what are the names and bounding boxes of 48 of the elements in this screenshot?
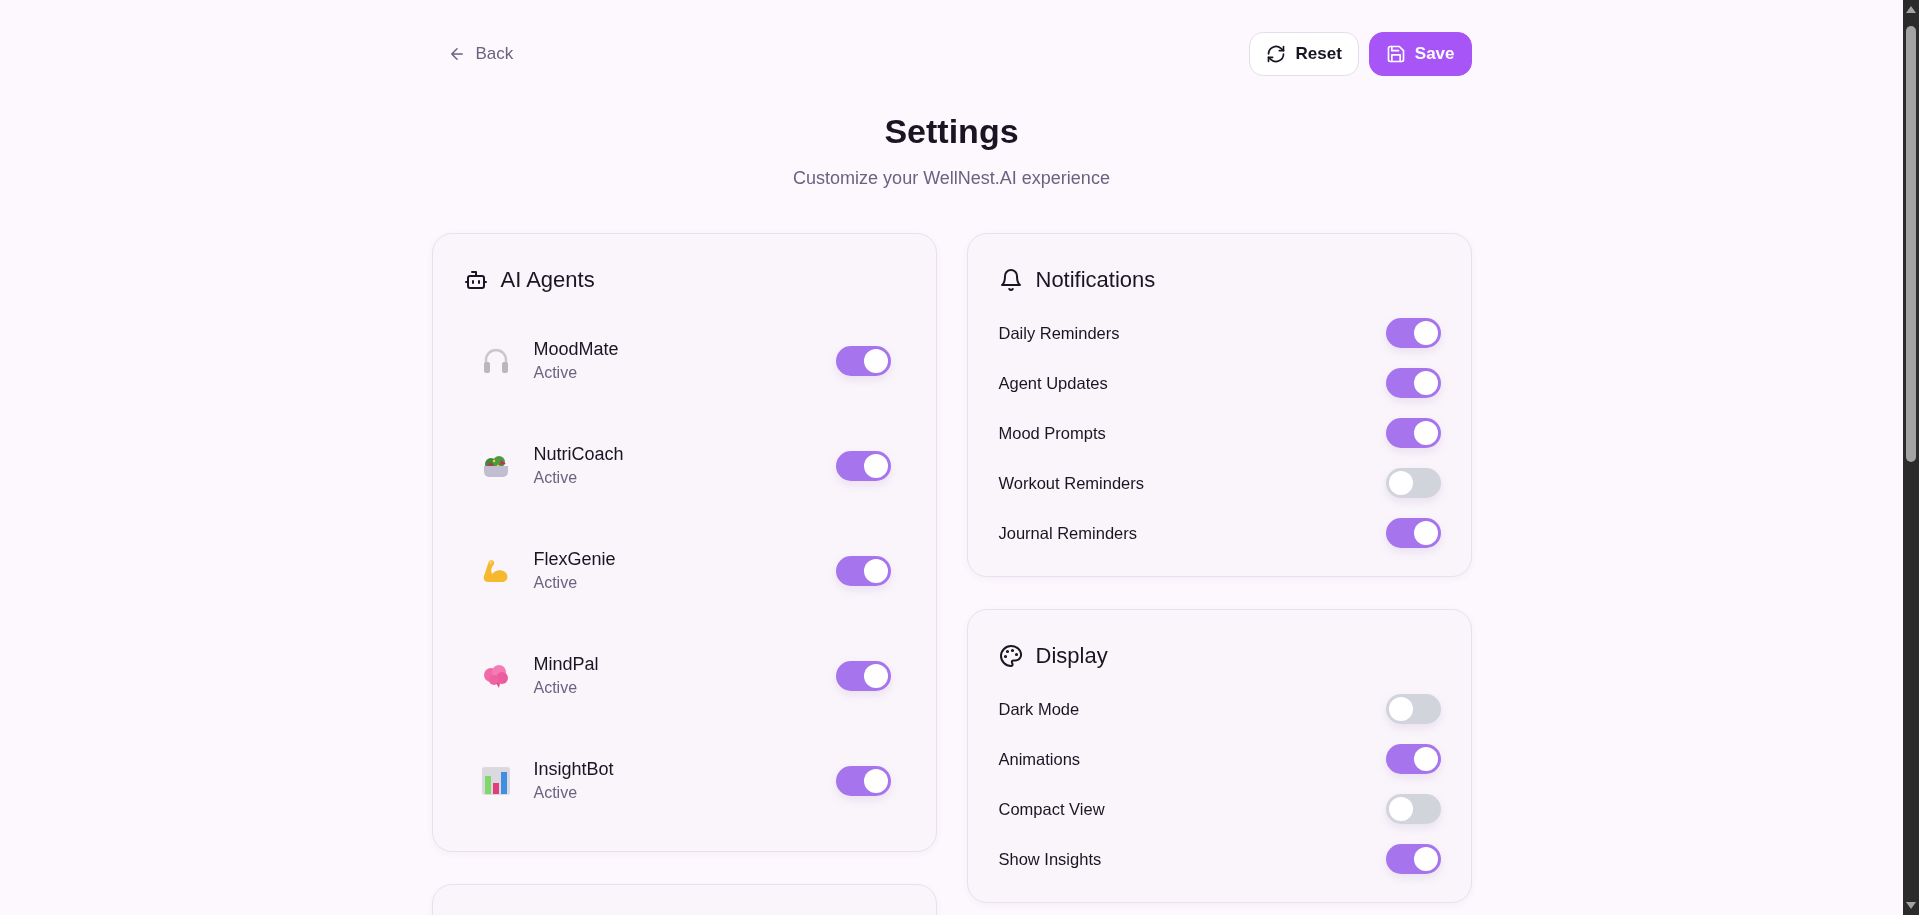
toggle-switch[interactable] bbox=[835, 660, 891, 691]
card-title: AI Agents bbox=[500, 267, 595, 293]
scrollbar[interactable] bbox=[1903, 0, 1919, 915]
robot-icon bbox=[463, 268, 488, 292]
setting-label: Show Insights bbox=[998, 849, 1102, 869]
palette-icon bbox=[998, 644, 1023, 668]
toggle-switch[interactable] bbox=[1385, 744, 1441, 774]
toggle-switch[interactable] bbox=[1385, 794, 1441, 824]
toggle-switch[interactable] bbox=[835, 450, 891, 481]
save-icon bbox=[1385, 44, 1406, 64]
page-title: Settings bbox=[883, 111, 1020, 151]
toggle-switch[interactable] bbox=[1385, 318, 1441, 348]
agent-status: Active bbox=[533, 679, 579, 697]
setting-label: Dark Mode bbox=[998, 699, 1080, 719]
agent-status: Active bbox=[533, 784, 579, 802]
toggle-switch[interactable] bbox=[1385, 368, 1441, 398]
agent-name: MindPal bbox=[533, 654, 600, 675]
bar-chart-icon bbox=[480, 765, 511, 796]
save-button[interactable]: Save bbox=[1368, 32, 1472, 76]
toggle-switch[interactable] bbox=[835, 345, 891, 376]
setting-label: Mood Prompts bbox=[998, 423, 1106, 443]
page-subtitle: Customize your WellNest.AI experience bbox=[792, 167, 1111, 190]
back-link[interactable]: Back bbox=[431, 44, 514, 64]
toggle-switch[interactable] bbox=[1385, 844, 1441, 874]
agent-status: Active bbox=[533, 469, 579, 487]
toggle-switch[interactable] bbox=[835, 765, 891, 796]
setting-label: Agent Updates bbox=[998, 373, 1108, 393]
refresh-icon bbox=[1266, 44, 1287, 64]
agent-name: MoodMate bbox=[533, 339, 620, 360]
toggle-switch[interactable] bbox=[1385, 694, 1441, 724]
setting-label: Daily Reminders bbox=[998, 323, 1120, 343]
setting-label: Animations bbox=[998, 749, 1081, 769]
agent-name: NutriCoach bbox=[533, 444, 625, 465]
bell-icon bbox=[998, 268, 1023, 292]
agent-status: Active bbox=[533, 574, 579, 592]
toggle-switch[interactable] bbox=[1385, 468, 1441, 498]
agent-name: FlexGenie bbox=[533, 549, 617, 570]
toggle-switch[interactable] bbox=[835, 555, 891, 586]
card-title: Notifications bbox=[1035, 267, 1156, 293]
setting-label: Journal Reminders bbox=[998, 523, 1137, 543]
toggle-switch[interactable] bbox=[1385, 518, 1441, 548]
setting-label: Workout Reminders bbox=[998, 473, 1144, 493]
setting-label: Compact View bbox=[998, 799, 1105, 819]
toggle-switch[interactable] bbox=[1385, 418, 1441, 448]
agent-status: Active bbox=[533, 364, 579, 382]
card-title: Display bbox=[1035, 643, 1108, 669]
agent-name: InsightBot bbox=[533, 759, 615, 780]
reset-button[interactable]: Reset bbox=[1249, 32, 1359, 76]
